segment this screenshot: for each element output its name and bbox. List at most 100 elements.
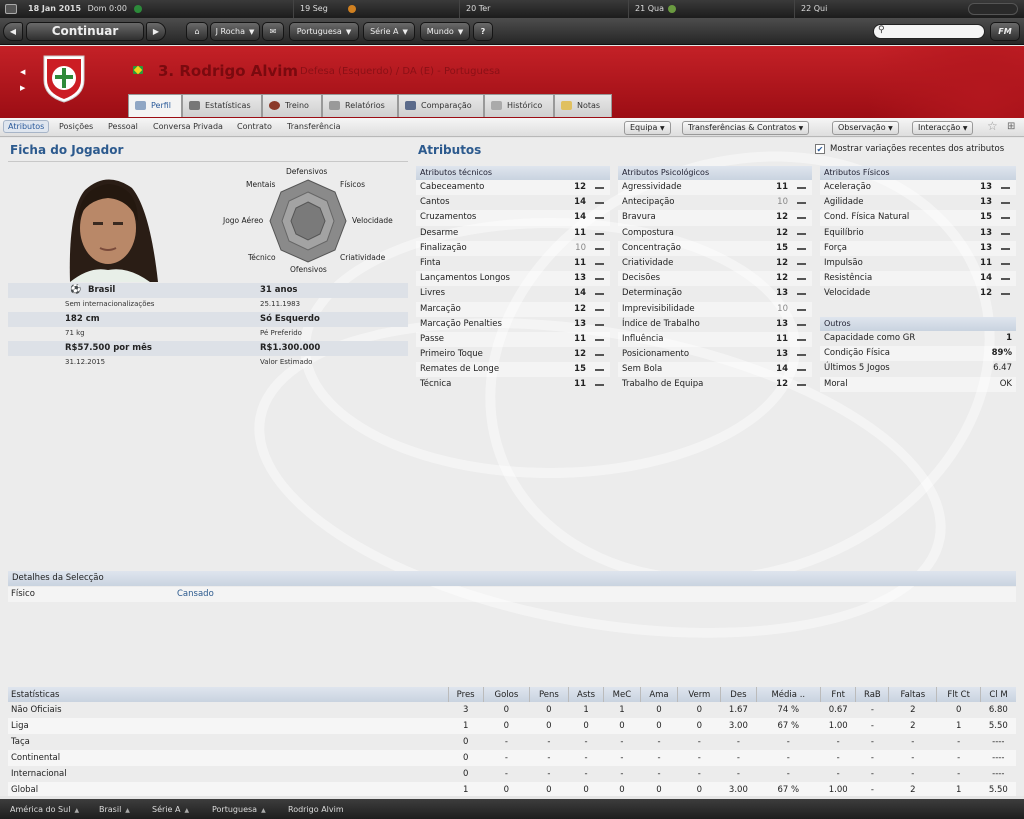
calendar-day[interactable]: 22 Qui [794,0,959,18]
tab-comparison[interactable]: Comparação [398,94,484,117]
breadcrumb-item[interactable]: Rodrigo Alvim [288,805,344,814]
interaction-button[interactable]: Interacção ▼ [912,121,974,135]
attribute-row[interactable]: Velocidade 12 [820,286,1016,301]
table-row[interactable]: Não Oficiais 3 0 0 1 1 0 0 1.67 74 % 0.67 - 2 0 6.80 [8,702,1016,718]
column-header[interactable]: Ama [639,687,678,702]
column-header[interactable]: Verm [677,687,721,702]
attribute-row[interactable]: Marcação 12 [416,301,610,317]
attribute-row[interactable]: Bravura 12 [618,210,812,226]
column-header[interactable]: Golos [482,687,530,702]
column-header[interactable]: Média .. [755,687,821,702]
attribute-row[interactable]: Finalização 10 [416,240,610,256]
show-changes-checkbox[interactable]: ✔ [815,144,825,154]
column-header[interactable]: Cl M [980,687,1016,702]
column-header[interactable]: Fnt [820,687,856,702]
attribute-row[interactable]: Equilíbrio 13 [820,226,1016,241]
column-header[interactable]: Flt Ct [936,687,981,702]
tab-statistics[interactable]: Estatísticas [182,94,262,117]
attribute-row[interactable]: Primeiro Toque 12 [416,347,610,362]
table-row[interactable]: Taça 0- - - - - - - - - - - - ---- [8,734,1016,750]
attribute-row[interactable]: Compostura 12 [618,226,812,241]
column-header[interactable]: RaB [855,687,889,702]
attribute-row[interactable]: Índice de Trabalho 13 [618,317,812,332]
column-header[interactable]: Estatísticas [8,687,448,702]
column-header[interactable]: MeC [603,687,641,702]
star-icon[interactable]: ☆ [987,119,998,133]
attribute-row[interactable]: Resistência 14 [820,271,1016,287]
attribute-row[interactable]: Marcação Penalties 13 [416,317,610,332]
attribute-row[interactable]: Força 13 [820,240,1016,256]
subtab-private-chat[interactable]: Conversa Privada [153,122,223,131]
table-row[interactable]: Continental 0- - - - - - - - - - - - ---- [8,750,1016,766]
attribute-row[interactable]: Cantos 14 [416,195,610,210]
club-menu[interactable]: Portuguesa ▼ [289,22,359,41]
help-button[interactable]: ? [473,22,493,41]
attribute-row[interactable]: Agilidade 13 [820,195,1016,210]
attribute-row[interactable]: Desarme 11 [416,226,610,241]
column-header[interactable]: Pres [447,687,484,702]
continue-button[interactable]: Continuar [26,22,144,41]
attribute-row[interactable]: Determinação 13 [618,286,812,301]
forward-button[interactable]: ▶ [146,22,166,41]
attribute-row[interactable]: Imprevisibilidade 10 [618,301,812,317]
table-row[interactable]: Liga 1 0 0 0 0 0 0 3.00 67 % 1.00-2 1 5.50 [8,718,1016,734]
fm-menu-button[interactable]: FM [990,22,1020,41]
breadcrumb-item[interactable]: Série A ▲ [152,805,189,814]
calendar-icon[interactable] [5,4,17,14]
calendar-scroll-control[interactable] [968,3,1018,15]
attribute-row[interactable]: Remates de Longe 15 [416,362,610,378]
attribute-row[interactable]: Trabalho de Equipa 12 [618,377,812,392]
subtab-personal[interactable]: Pessoal [108,122,138,131]
breadcrumb-item[interactable]: América do Sul ▲ [10,805,79,814]
column-header[interactable]: Faltas [888,687,937,702]
attribute-row[interactable]: Capacidade como GR 1 [820,331,1016,346]
breadcrumb-item[interactable]: Brasil ▲ [99,805,130,814]
attribute-row[interactable]: Finta 11 [416,256,610,271]
transfers-contracts-button[interactable]: Transferências & Contratos ▼ [682,121,810,135]
attribute-row[interactable]: Lançamentos Longos 13 [416,271,610,287]
breadcrumb-item[interactable]: Portuguesa ▲ [212,805,266,814]
column-header[interactable]: Pens [528,687,569,702]
attribute-row[interactable]: Livres 14 [416,286,610,301]
calendar-day[interactable]: 19 Seg [293,0,458,18]
tab-profile[interactable]: Perfil [128,94,182,117]
world-menu[interactable]: Mundo ▼ [420,22,470,41]
manager-menu[interactable]: J Rocha ▼ [210,22,260,41]
tab-reports[interactable]: Relatórios [322,94,398,117]
attribute-row[interactable]: Criatividade 12 [618,256,812,271]
inbox-button[interactable]: ✉ [262,22,284,41]
attribute-row[interactable]: Influência 11 [618,331,812,348]
attribute-row[interactable]: Condição Física 89% [820,346,1016,362]
team-menu-button[interactable]: Equipa ▼ [624,121,671,135]
next-player-arrow[interactable]: ▶ [20,84,25,92]
table-row[interactable]: Internacional 0- - - - - - - - - - - - ---- [8,766,1016,782]
subtab-positions[interactable]: Posições [59,122,93,131]
calendar-day[interactable]: 21 Qua [628,0,793,18]
tab-notes[interactable]: Notas [554,94,612,117]
tab-history[interactable]: Histórico [484,94,554,117]
tab-training[interactable]: Treino [262,94,322,117]
scouting-button[interactable]: Observação ▼ [832,121,899,135]
attribute-row[interactable]: Concentração 15 [618,240,812,256]
attribute-row[interactable]: Posicionamento 13 [618,347,812,362]
table-row[interactable]: Global 1 0 0 0 0 0 0 3.00 67 % 1.00-2 1 5.50 [8,782,1016,796]
home-button[interactable]: ⌂ [186,22,208,41]
attribute-row[interactable]: Cond. Física Natural 15 [820,210,1016,226]
attribute-row[interactable]: Cabeceamento 12 [416,180,610,196]
search-input[interactable]: ⚲ [873,24,985,39]
attribute-row[interactable]: Moral OK [820,376,1016,392]
attribute-row[interactable]: Agressividade 11 [618,180,812,196]
attribute-row[interactable]: Técnica 11 [416,377,610,392]
subtab-contract[interactable]: Contrato [237,122,272,131]
attribute-row[interactable]: Últimos 5 Jogos 6.47 [820,361,1016,376]
previous-player-arrow[interactable]: ◀ [20,68,25,76]
back-button[interactable]: ◀ [3,22,23,41]
attribute-row[interactable]: Antecipação 10 [618,195,812,210]
subtab-transfer[interactable]: Transferência [287,122,341,131]
column-header[interactable]: Des [720,687,757,702]
attribute-row[interactable]: Impulsão 11 [820,256,1016,271]
attribute-row[interactable]: Sem Bola 14 [618,362,812,378]
attribute-row[interactable]: Cruzamentos 14 [416,210,610,226]
column-header[interactable]: Asts [567,687,604,702]
attribute-row[interactable]: Aceleração 13 [820,180,1016,196]
